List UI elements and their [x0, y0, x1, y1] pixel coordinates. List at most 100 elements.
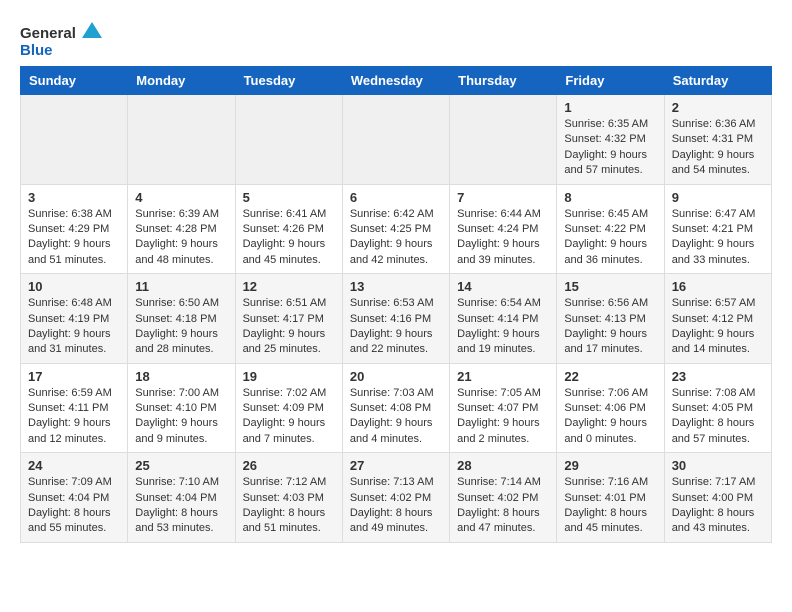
week-row-1: 3 Sunrise: 6:38 AM Sunset: 4:29 PM Daylig… [21, 184, 772, 274]
day-number: 22 [564, 369, 656, 384]
day-detail: Sunrise: 7:09 AM Sunset: 4:04 PM Dayligh… [28, 475, 120, 537]
header-tuesday: Tuesday [235, 67, 342, 95]
day-number: 12 [243, 279, 335, 294]
calendar-cell: 21 Sunrise: 7:05 AM Sunset: 4:07 PM Dayli… [450, 363, 557, 453]
day-number: 11 [135, 279, 227, 294]
calendar-table: SundayMondayTuesdayWednesdayThursdayFrid… [20, 66, 772, 543]
day-detail: Sunrise: 6:41 AM Sunset: 4:26 PM Dayligh… [243, 207, 335, 269]
day-detail: Sunrise: 6:39 AM Sunset: 4:28 PM Dayligh… [135, 207, 227, 269]
calendar-cell: 14Sunrise: 6:54 AM Sunset: 4:14 PM Dayli… [450, 274, 557, 364]
day-detail: Sunrise: 6:47 AM Sunset: 4:21 PM Dayligh… [672, 207, 764, 269]
day-detail: Sunrise: 6:59 AM Sunset: 4:11 PM Dayligh… [28, 386, 120, 448]
calendar-cell: 19 Sunrise: 7:02 AM Sunset: 4:09 PM Dayli… [235, 363, 342, 453]
week-row-4: 24 Sunrise: 7:09 AM Sunset: 4:04 PM Dayli… [21, 453, 772, 543]
day-detail: Sunrise: 7:10 AM Sunset: 4:04 PM Dayligh… [135, 475, 227, 537]
header-monday: Monday [128, 67, 235, 95]
day-number: 13 [350, 279, 442, 294]
day-number: 21 [457, 369, 549, 384]
day-number: 29 [564, 458, 656, 473]
day-detail: Sunrise: 6:57 AM Sunset: 4:12 PM Dayligh… [672, 296, 764, 358]
calendar-body: 1 Sunrise: 6:35 AM Sunset: 4:32 PM Daylig… [21, 95, 772, 543]
header-row: SundayMondayTuesdayWednesdayThursdayFrid… [21, 67, 772, 95]
day-detail: Sunrise: 7:14 AM Sunset: 4:02 PM Dayligh… [457, 475, 549, 537]
calendar-header: SundayMondayTuesdayWednesdayThursdayFrid… [21, 67, 772, 95]
day-detail: Sunrise: 6:48 AM Sunset: 4:19 PM Dayligh… [28, 296, 120, 358]
calendar-cell: 3 Sunrise: 6:38 AM Sunset: 4:29 PM Daylig… [21, 184, 128, 274]
day-detail: Sunrise: 7:12 AM Sunset: 4:03 PM Dayligh… [243, 475, 335, 537]
calendar-cell: 27 Sunrise: 7:13 AM Sunset: 4:02 PM Dayli… [342, 453, 449, 543]
calendar-cell: 26 Sunrise: 7:12 AM Sunset: 4:03 PM Dayli… [235, 453, 342, 543]
calendar-cell: 1 Sunrise: 6:35 AM Sunset: 4:32 PM Daylig… [557, 95, 664, 185]
calendar-cell: 4 Sunrise: 6:39 AM Sunset: 4:28 PM Daylig… [128, 184, 235, 274]
calendar-cell [128, 95, 235, 185]
day-detail: Sunrise: 6:35 AM Sunset: 4:32 PM Dayligh… [564, 117, 656, 179]
calendar-cell: 18 Sunrise: 7:00 AM Sunset: 4:10 PM Dayli… [128, 363, 235, 453]
calendar-cell [450, 95, 557, 185]
day-detail: Sunrise: 7:00 AM Sunset: 4:10 PM Dayligh… [135, 386, 227, 448]
svg-text:General: General [20, 25, 76, 42]
day-number: 27 [350, 458, 442, 473]
day-number: 1 [564, 100, 656, 115]
day-number: 8 [564, 190, 656, 205]
day-detail: Sunrise: 7:13 AM Sunset: 4:02 PM Dayligh… [350, 475, 442, 537]
day-number: 4 [135, 190, 227, 205]
day-detail: Sunrise: 6:38 AM Sunset: 4:29 PM Dayligh… [28, 207, 120, 269]
day-detail: Sunrise: 7:17 AM Sunset: 4:00 PM Dayligh… [672, 475, 764, 537]
day-detail: Sunrise: 6:53 AM Sunset: 4:16 PM Dayligh… [350, 296, 442, 358]
day-detail: Sunrise: 7:16 AM Sunset: 4:01 PM Dayligh… [564, 475, 656, 537]
day-number: 23 [672, 369, 764, 384]
svg-text:Blue: Blue [20, 42, 53, 59]
week-row-2: 10 Sunrise: 6:48 AM Sunset: 4:19 PM Dayli… [21, 274, 772, 364]
day-number: 10 [28, 279, 120, 294]
calendar-cell: 13 Sunrise: 6:53 AM Sunset: 4:16 PM Dayli… [342, 274, 449, 364]
day-number: 17 [28, 369, 120, 384]
header-wednesday: Wednesday [342, 67, 449, 95]
day-detail: Sunrise: 6:36 AM Sunset: 4:31 PM Dayligh… [672, 117, 764, 179]
calendar-cell [235, 95, 342, 185]
calendar-cell: 20 Sunrise: 7:03 AM Sunset: 4:08 PM Dayli… [342, 363, 449, 453]
day-detail: Sunrise: 6:54 AM Sunset: 4:14 PM Dayligh… [457, 296, 549, 358]
day-number: 5 [243, 190, 335, 205]
day-number: 3 [28, 190, 120, 205]
header-friday: Friday [557, 67, 664, 95]
day-number: 25 [135, 458, 227, 473]
day-number: 9 [672, 190, 764, 205]
week-row-3: 17 Sunrise: 6:59 AM Sunset: 4:11 PM Dayli… [21, 363, 772, 453]
logo-svg: General Blue [20, 20, 110, 60]
day-detail: Sunrise: 6:50 AM Sunset: 4:18 PM Dayligh… [135, 296, 227, 358]
calendar-cell: 12Sunrise: 6:51 AM Sunset: 4:17 PM Dayli… [235, 274, 342, 364]
day-number: 7 [457, 190, 549, 205]
calendar-cell: 24 Sunrise: 7:09 AM Sunset: 4:04 PM Dayli… [21, 453, 128, 543]
day-detail: Sunrise: 6:44 AM Sunset: 4:24 PM Dayligh… [457, 207, 549, 269]
header-sunday: Sunday [21, 67, 128, 95]
calendar-cell [342, 95, 449, 185]
calendar-cell: 6Sunrise: 6:42 AM Sunset: 4:25 PM Daylig… [342, 184, 449, 274]
day-detail: Sunrise: 7:05 AM Sunset: 4:07 PM Dayligh… [457, 386, 549, 448]
calendar-cell [21, 95, 128, 185]
day-detail: Sunrise: 7:03 AM Sunset: 4:08 PM Dayligh… [350, 386, 442, 448]
calendar-cell: 25 Sunrise: 7:10 AM Sunset: 4:04 PM Dayli… [128, 453, 235, 543]
week-row-0: 1 Sunrise: 6:35 AM Sunset: 4:32 PM Daylig… [21, 95, 772, 185]
calendar-cell: 30Sunrise: 7:17 AM Sunset: 4:00 PM Dayli… [664, 453, 771, 543]
day-detail: Sunrise: 6:56 AM Sunset: 4:13 PM Dayligh… [564, 296, 656, 358]
calendar-cell: 29 Sunrise: 7:16 AM Sunset: 4:01 PM Dayli… [557, 453, 664, 543]
day-detail: Sunrise: 7:08 AM Sunset: 4:05 PM Dayligh… [672, 386, 764, 448]
calendar-cell: 15 Sunrise: 6:56 AM Sunset: 4:13 PM Dayli… [557, 274, 664, 364]
day-number: 26 [243, 458, 335, 473]
day-number: 28 [457, 458, 549, 473]
day-detail: Sunrise: 7:02 AM Sunset: 4:09 PM Dayligh… [243, 386, 335, 448]
calendar-cell: 5 Sunrise: 6:41 AM Sunset: 4:26 PM Daylig… [235, 184, 342, 274]
day-number: 18 [135, 369, 227, 384]
logo: General Blue [20, 20, 110, 60]
day-number: 19 [243, 369, 335, 384]
day-number: 24 [28, 458, 120, 473]
day-number: 15 [564, 279, 656, 294]
header-thursday: Thursday [450, 67, 557, 95]
day-number: 20 [350, 369, 442, 384]
calendar-cell: 2 Sunrise: 6:36 AM Sunset: 4:31 PM Daylig… [664, 95, 771, 185]
calendar-cell: 11 Sunrise: 6:50 AM Sunset: 4:18 PM Dayli… [128, 274, 235, 364]
calendar-cell: 22 Sunrise: 7:06 AM Sunset: 4:06 PM Dayli… [557, 363, 664, 453]
calendar-cell: 9 Sunrise: 6:47 AM Sunset: 4:21 PM Daylig… [664, 184, 771, 274]
day-detail: Sunrise: 7:06 AM Sunset: 4:06 PM Dayligh… [564, 386, 656, 448]
day-number: 2 [672, 100, 764, 115]
